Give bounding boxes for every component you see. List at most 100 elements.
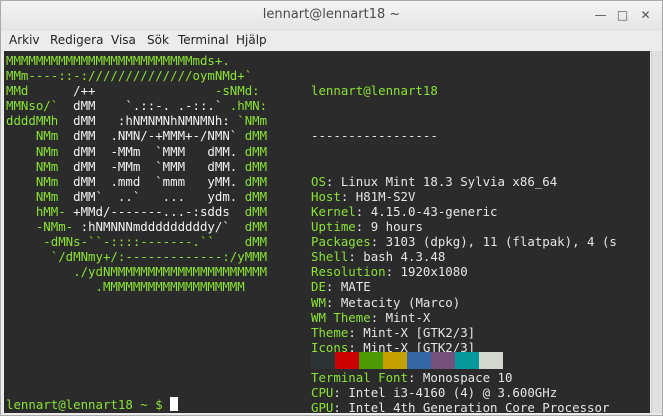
- logo-segment: +MMd/-------...-:sdds: [73, 203, 245, 219]
- shell-prompt[interactable]: lennart@lennart18 ~ $: [6, 397, 179, 412]
- palette-swatch: [311, 352, 335, 369]
- maximize-icon[interactable]: □: [615, 8, 630, 23]
- info-row: CPU: Intel i3-4160 (4) @ 3.600GHz: [311, 385, 558, 401]
- logo-segment: dMM `.::-. .-::.`: [73, 98, 230, 114]
- logo-segment: dMM: [244, 158, 268, 174]
- info-value: 4.15.0-43-generic: [370, 203, 498, 219]
- logo-segment: -NMm-: [6, 219, 81, 235]
- logo-line: ddddMMh dMM :hNMNMNhNMNMNh: `NMm: [6, 113, 267, 128]
- palette-swatch: [383, 352, 407, 369]
- palette-swatch: [359, 352, 383, 369]
- info-row: WM Theme: Mint-X: [311, 309, 431, 325]
- info-label: Kernel: [311, 203, 356, 219]
- info-row: OS: Linux Mint 18.3 Sylvia x86_64: [311, 173, 558, 189]
- info-value: Intel i3-4160 (4) @ 3.600GHz: [348, 385, 558, 401]
- logo-segment: dMM: [244, 143, 268, 159]
- palette-swatch: [479, 352, 503, 369]
- info-value: 9 hours: [370, 219, 423, 235]
- logo-segment: `/dMNmy+/:-------------:/yMMM: [6, 249, 268, 265]
- info-value: 1920x1080: [400, 264, 468, 280]
- info-row: Uptime: 9 hours: [311, 219, 423, 235]
- info-row: Host: H81M-S2V: [311, 188, 416, 204]
- menu-redigera[interactable]: Redigera: [50, 33, 103, 47]
- info-row: Resolution: 1920x1080: [311, 264, 468, 280]
- scrollbar[interactable]: [651, 51, 662, 413]
- palette-swatch: [455, 352, 479, 369]
- logo-segment: dMM: [244, 188, 268, 204]
- color-palette: [311, 352, 503, 369]
- info-label: DE: [311, 279, 326, 295]
- info-label: Terminal Font: [311, 369, 408, 385]
- info-value: Mint-X: [385, 309, 431, 325]
- text-cursor: [170, 397, 179, 411]
- logo-segment: `NMm: [237, 113, 268, 129]
- mint-ascii-logo: MMMMMMMMMMMMMMMMMMMMMMMMMmds+. MMm----::-…: [6, 53, 267, 295]
- menu-visa[interactable]: Visa: [111, 33, 136, 47]
- info-row: Kernel: 4.15.0-43-generic: [311, 203, 498, 219]
- terminal-output[interactable]: MMMMMMMMMMMMMMMMMMMMMMMMMmds+. MMm----::-…: [4, 51, 650, 413]
- logo-line: NMm dMM .mmd `mmm yMM. dMM: [6, 174, 267, 189]
- palette-swatch: [431, 352, 455, 369]
- logo-line: `/dMNmy+/:-------------:/yMMM: [6, 249, 267, 264]
- minimize-icon[interactable]: —: [593, 8, 608, 23]
- info-label: Uptime: [311, 219, 356, 235]
- info-value: Monospace 10: [422, 369, 513, 385]
- info-row: Packages: 3103 (dpkg), 11 (flatpak), 4 (…: [311, 234, 617, 250]
- logo-segment: dMM .mmd `mmm yMM.: [73, 173, 245, 189]
- logo-segment: MMMMMMMMMMMMMMMMMMMMMMMMMmds+.: [6, 53, 230, 68]
- logo-line: NMm dMM` ..` ... ydm. dMM: [6, 189, 267, 204]
- info-value: Intel 4th Generation Core Processor: [348, 400, 610, 413]
- logo-segment: .MMMMMMMMMMMMMMMMMMM: [6, 279, 245, 295]
- logo-segment: ddddMMh: [6, 113, 74, 129]
- title-bar[interactable]: lennart@lennart18 ~ — □ ✕: [1, 1, 662, 31]
- info-label: Packages: [311, 234, 371, 250]
- logo-line: ./ydNMMMMMMMMMMMMMMMMMMMMM: [6, 264, 267, 279]
- close-icon[interactable]: ✕: [638, 8, 653, 23]
- logo-segment: .hMN:: [229, 98, 268, 114]
- logo-segment: MMNso/`: [6, 98, 74, 114]
- info-label: Host: [311, 188, 341, 204]
- menu-sok[interactable]: Sök: [147, 33, 169, 47]
- info-label: WM Theme: [311, 309, 371, 325]
- logo-segment: dMM: [244, 203, 268, 219]
- palette-swatch: [335, 352, 359, 369]
- info-value: Linux Mint 18.3 Sylvia x86_64: [340, 173, 558, 189]
- info-value: MATE: [340, 279, 371, 295]
- info-row: GPU: Intel 4th Generation Core Processor: [311, 400, 617, 413]
- logo-segment: MMm----::-://////////////oymNMd+`: [6, 68, 253, 84]
- info-value: H81M-S2V: [355, 188, 416, 204]
- logo-segment: dMM: [244, 219, 268, 235]
- info-row: Terminal Font: Monospace 10: [311, 369, 513, 385]
- logo-segment: dMM: [244, 128, 268, 144]
- info-row: Theme: Mint-X [GTK2/3]: [311, 324, 476, 340]
- palette-swatch: [407, 352, 431, 369]
- logo-segment: -sNMd:: [95, 83, 260, 99]
- logo-line: MMNso/` dMM `.::-. .-::.` .hMN:: [6, 98, 267, 113]
- logo-segment: /++: [73, 83, 96, 99]
- menu-arkiv[interactable]: Arkiv: [9, 33, 40, 47]
- info-value: Metacity (Marco): [340, 294, 461, 310]
- logo-segment: NMm: [6, 143, 74, 159]
- logo-segment: :hNMNNNmdddddddddy/`: [80, 219, 245, 235]
- logo-line: NMm dMM -MMm `MMM dMM. dMM: [6, 159, 267, 174]
- logo-segment: dMM -MMm `MMM dMM.: [73, 158, 245, 174]
- terminal-window: lennart@lennart18 ~ — □ ✕ Arkiv Redigera…: [0, 0, 663, 416]
- logo-segment: ./ydNMMMMMMMMMMMMMMMMMMMMM: [6, 264, 268, 280]
- info-userhost: lennart@lennart18: [311, 83, 438, 99]
- info-row: WM: Metacity (Marco): [311, 294, 461, 310]
- info-value: Mint-X [GTK2/3]: [363, 324, 476, 340]
- info-row: DE: MATE: [311, 279, 371, 295]
- menu-terminal[interactable]: Terminal: [178, 33, 229, 47]
- info-label: CPU: [311, 385, 334, 401]
- prompt-text: lennart@lennart18 ~ $: [6, 397, 171, 412]
- logo-segment: NMm: [6, 158, 74, 174]
- logo-segment: dMM -MMm `MMM dMM.: [73, 143, 245, 159]
- menu-hjalp[interactable]: Hjälp: [236, 33, 267, 47]
- logo-segment: NMm: [6, 188, 74, 204]
- logo-segment: hMM-: [6, 203, 74, 219]
- info-separator: -----------------: [311, 128, 438, 144]
- logo-segment: dMM :hNMNMNhNMNMNh:: [73, 113, 238, 129]
- info-row: Shell: bash 4.3.48: [311, 249, 446, 265]
- info-label: Resolution: [311, 264, 386, 280]
- logo-line: -NMm- :hNMNNNmdddddddddy/` dMM: [6, 219, 267, 234]
